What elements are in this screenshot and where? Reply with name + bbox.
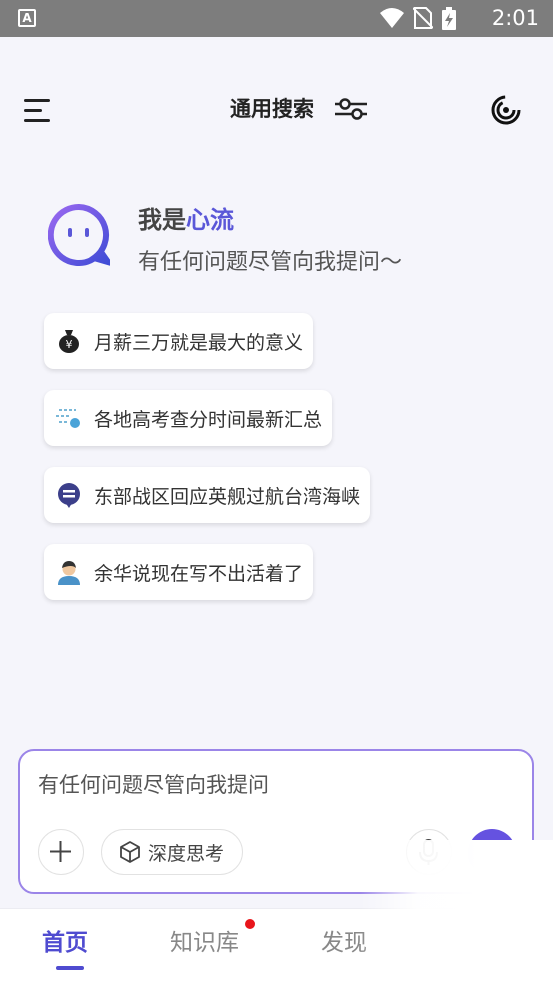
filter-sliders-icon[interactable] — [335, 97, 367, 121]
deep-think-button[interactable]: 深度思考 — [101, 829, 244, 875]
battery-charging-icon — [442, 7, 456, 30]
greeting-subtitle: 有任何问题尽管向我提问～ — [138, 250, 403, 275]
suggestion-chip[interactable]: 余华说现在写不出活着了 — [44, 544, 314, 600]
suggestion-text: 各地高考查分时间最新汇总 — [94, 408, 323, 431]
suggestion-chip[interactable]: ¥ 月薪三万就是最大的意义 — [44, 313, 314, 369]
menu-icon — [24, 99, 50, 102]
tab-knowledge-base[interactable]: 知识库 — [170, 923, 239, 957]
microphone-icon — [419, 839, 438, 865]
suggestion-chip[interactable]: 东部战区回应英舰过航台湾海峡 — [44, 467, 371, 523]
search-list-icon — [56, 409, 80, 428]
menu-button[interactable] — [24, 99, 50, 123]
no-sim-icon — [413, 7, 433, 29]
xinliu-logo-icon — [48, 204, 110, 266]
status-bar: A 2:01 — [0, 0, 553, 37]
voice-input-button[interactable] — [406, 829, 452, 875]
suggestion-text: 东部战区回应英舰过航台湾海峡 — [94, 485, 361, 508]
swirl-logo-icon[interactable] — [491, 95, 521, 125]
person-avatar-icon — [58, 561, 80, 585]
chat-input-card: 有任何问题尽管向我提问 深度思考 — [18, 749, 534, 894]
chat-bubble-icon — [58, 483, 80, 508]
deep-think-label: 深度思考 — [148, 842, 225, 865]
tab-discover[interactable]: 发现 — [321, 923, 367, 957]
tab-home[interactable]: 首页 — [42, 923, 88, 957]
search-mode-title[interactable]: 通用搜索 — [230, 93, 314, 123]
active-tab-indicator — [56, 966, 84, 970]
app-notification-icon: A — [18, 9, 36, 27]
greeting-section: 我是心流 有任何问题尽管向我提问～ — [48, 200, 508, 280]
system-icons — [379, 7, 457, 31]
wifi-icon — [380, 8, 404, 28]
suggestion-text: 余华说现在写不出活着了 — [94, 562, 304, 585]
svg-text:¥: ¥ — [66, 338, 73, 351]
suggestion-text: 月薪三万就是最大的意义 — [94, 331, 304, 354]
cube-icon — [120, 841, 140, 863]
brand-name: 心流 — [186, 206, 234, 234]
app-header: 通用搜索 — [0, 37, 553, 182]
clock: 2:01 — [491, 6, 539, 30]
voice-call-button[interactable] — [468, 829, 516, 877]
notification-badge — [245, 919, 255, 929]
bottom-nav: 首页 知识库 发现 — [0, 908, 553, 984]
greeting-title: 我是心流 — [138, 206, 234, 234]
add-attachment-button[interactable] — [38, 829, 84, 875]
chat-input[interactable]: 有任何问题尽管向我提问 — [38, 769, 508, 799]
phone-icon — [481, 842, 504, 865]
suggestion-chip[interactable]: 各地高考查分时间最新汇总 — [44, 390, 333, 446]
plus-icon — [50, 841, 71, 862]
money-bag-icon: ¥ — [59, 330, 79, 353]
